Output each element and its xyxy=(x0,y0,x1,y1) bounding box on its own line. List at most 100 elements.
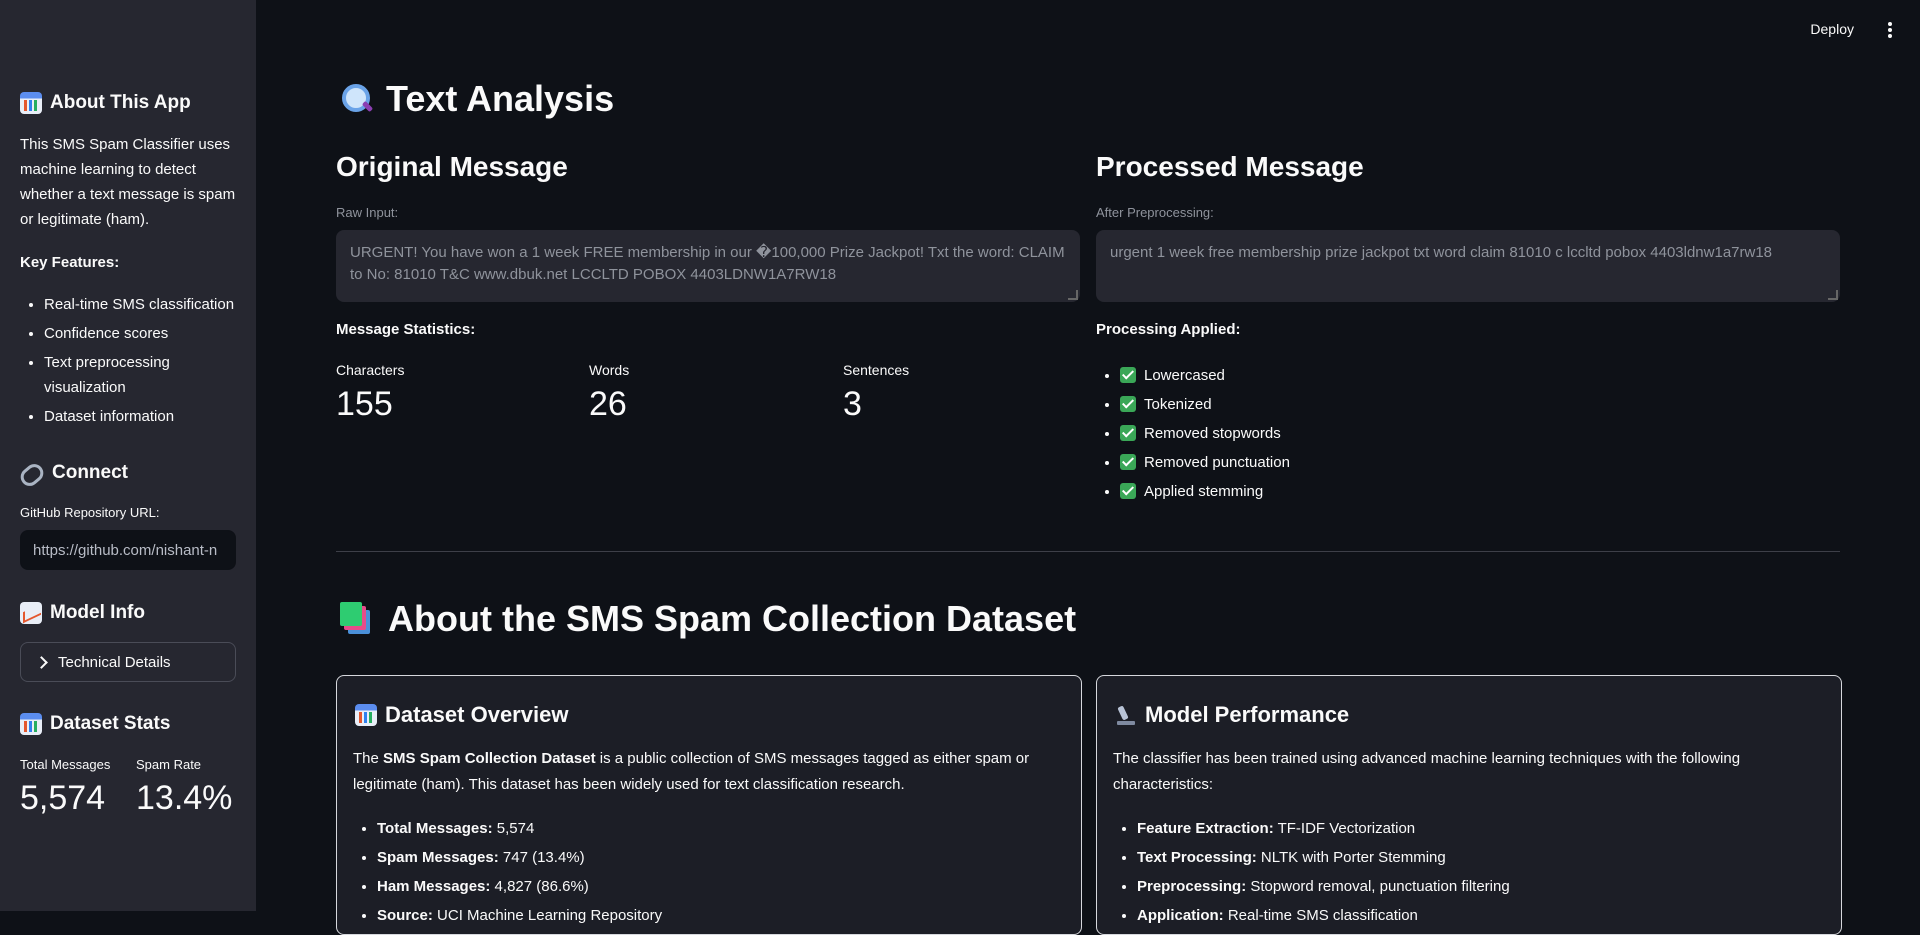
chevron-right-icon xyxy=(35,655,48,669)
list-item: Removed stopwords xyxy=(1120,419,1290,448)
dataset-title: About the SMS Spam Collection Dataset xyxy=(388,598,1077,639)
metric-value: 13.4% xyxy=(136,779,233,817)
model-info-heading: Model Info xyxy=(20,602,145,624)
about-heading: About This App xyxy=(20,92,191,114)
dataset-facts-list: Total Messages: 5,574 Spam Messages: 747… xyxy=(353,814,662,930)
list-item: Applied stemming xyxy=(1120,477,1290,506)
page-title: Text Analysis xyxy=(386,78,615,119)
raw-input-text: URGENT! You have won a 1 week FREE membe… xyxy=(350,244,1065,283)
list-item: Text preprocessing visualization xyxy=(44,350,244,400)
text-analysis-heading: Text Analysis xyxy=(340,78,614,120)
model-performance-card: Model Performance The classifier has bee… xyxy=(1096,675,1842,935)
sidebar: About This App This SMS Spam Classifier … xyxy=(0,0,256,911)
list-item: Ham Messages: 4,827 (86.6%) xyxy=(377,872,662,901)
bar-chart-icon xyxy=(20,713,42,735)
list-item: Spam Messages: 747 (13.4%) xyxy=(377,843,662,872)
fact-value: 4,827 (86.6%) xyxy=(490,878,589,895)
list-item: Lowercased xyxy=(1120,361,1290,390)
list-item: Text Processing: NLTK with Porter Stemmi… xyxy=(1137,843,1510,872)
metric-label: Characters xyxy=(336,362,405,378)
metric-value: 26 xyxy=(589,385,627,423)
check-mark-icon xyxy=(1120,396,1136,412)
section-divider xyxy=(336,551,1840,552)
trending-chart-icon xyxy=(20,602,42,624)
fact-key: Feature Extraction: xyxy=(1137,820,1274,837)
message-statistics-label: Message Statistics: xyxy=(336,321,476,338)
model-performance-intro: The classifier has been trained using ad… xyxy=(1113,750,1741,793)
metric-value: 3 xyxy=(843,385,862,423)
list-item: Tokenized xyxy=(1120,390,1290,419)
check-mark-icon xyxy=(1120,367,1136,383)
deploy-button[interactable]: Deploy xyxy=(1810,21,1854,37)
list-item: Feature Extraction: TF-IDF Vectorization xyxy=(1137,814,1510,843)
dataset-stats-heading: Dataset Stats xyxy=(20,713,170,735)
fact-value: NLTK with Porter Stemming xyxy=(1256,849,1446,866)
fact-value: UCI Machine Learning Repository xyxy=(432,907,663,924)
dataset-heading: About the SMS Spam Collection Dataset xyxy=(340,598,1076,640)
list-item: Preprocessing: Stopword removal, punctua… xyxy=(1137,872,1510,901)
github-url-input[interactable]: https://github.com/nishant-n xyxy=(20,530,236,570)
dataset-overview-heading: Dataset Overview xyxy=(355,702,568,728)
processing-steps-list: Lowercased Tokenized Removed stopwords R… xyxy=(1096,361,1290,506)
step-label: Removed punctuation xyxy=(1144,454,1290,471)
dataset-stats-title: Dataset Stats xyxy=(50,713,171,734)
fact-key: Spam Messages: xyxy=(377,849,499,866)
intro-text: The xyxy=(353,750,384,767)
resize-handle-icon[interactable] xyxy=(1828,290,1838,300)
microscope-icon xyxy=(1115,704,1137,726)
card-title: Dataset Overview xyxy=(385,702,569,727)
github-url-label: GitHub Repository URL: xyxy=(20,505,160,520)
bar-chart-icon xyxy=(20,92,42,114)
fact-key: Preprocessing: xyxy=(1137,878,1247,895)
after-preprocessing-label: After Preprocessing: xyxy=(1096,205,1214,220)
fact-value: 5,574 xyxy=(492,820,535,837)
fact-value: TF-IDF Vectorization xyxy=(1273,820,1416,837)
step-label: Removed stopwords xyxy=(1144,425,1281,442)
list-item: Real-time SMS classification xyxy=(44,292,244,317)
fact-key: Text Processing: xyxy=(1137,849,1257,866)
processed-textarea[interactable]: urgent 1 week free membership prize jack… xyxy=(1096,230,1840,302)
expander-label: Technical Details xyxy=(58,653,171,671)
model-info-title: Model Info xyxy=(50,602,145,623)
card-title: Model Performance xyxy=(1145,702,1350,727)
magnifying-glass-icon xyxy=(340,82,374,116)
fact-key: Application: xyxy=(1137,907,1224,924)
metric-label: Sentences xyxy=(843,362,910,378)
metric-label: Spam Rate xyxy=(136,757,202,772)
performance-facts-list: Feature Extraction: TF-IDF Vectorization… xyxy=(1113,814,1510,930)
list-item: Application: Real-time SMS classificatio… xyxy=(1137,901,1510,930)
link-icon xyxy=(17,460,47,490)
processed-message-title: Processed Message xyxy=(1096,151,1364,182)
list-item: Source: UCI Machine Learning Repository xyxy=(377,901,662,930)
model-performance-heading: Model Performance xyxy=(1115,702,1349,728)
step-label: Tokenized xyxy=(1144,396,1212,413)
features-list: Real-time SMS classification Confidence … xyxy=(20,292,244,433)
fact-key: Ham Messages: xyxy=(377,878,491,895)
metric-value: 155 xyxy=(336,385,393,423)
step-label: Lowercased xyxy=(1144,367,1225,384)
books-icon xyxy=(340,602,376,636)
spam-rate-metric: Spam Rate 13.4% xyxy=(136,757,232,818)
metric-value: 5,574 xyxy=(20,779,106,817)
list-item: Dataset information xyxy=(44,404,244,429)
resize-handle-icon[interactable] xyxy=(1068,290,1078,300)
connect-heading: Connect xyxy=(17,460,128,490)
fact-value: Real-time SMS classification xyxy=(1223,907,1418,924)
step-label: Applied stemming xyxy=(1144,483,1264,500)
dataset-overview-card: Dataset Overview The SMS Spam Collection… xyxy=(336,675,1082,935)
fact-key: Source: xyxy=(377,907,433,924)
more-options-icon[interactable] xyxy=(1888,22,1892,38)
raw-input-textarea[interactable]: URGENT! You have won a 1 week FREE membe… xyxy=(336,230,1080,302)
processing-applied-label: Processing Applied: xyxy=(1096,321,1241,338)
metric-label: Words xyxy=(589,362,630,378)
check-mark-icon xyxy=(1120,425,1136,441)
bar-chart-icon xyxy=(355,704,377,726)
raw-input-label: Raw Input: xyxy=(336,205,399,220)
original-message-title: Original Message xyxy=(336,151,568,182)
characters-metric: Characters 155 xyxy=(336,362,404,424)
technical-details-expander[interactable]: Technical Details xyxy=(20,642,236,682)
about-title: About This App xyxy=(50,92,191,113)
check-mark-icon xyxy=(1120,483,1136,499)
list-item: Confidence scores xyxy=(44,321,244,346)
dataset-overview-intro: The SMS Spam Collection Dataset is a pub… xyxy=(353,746,1053,798)
